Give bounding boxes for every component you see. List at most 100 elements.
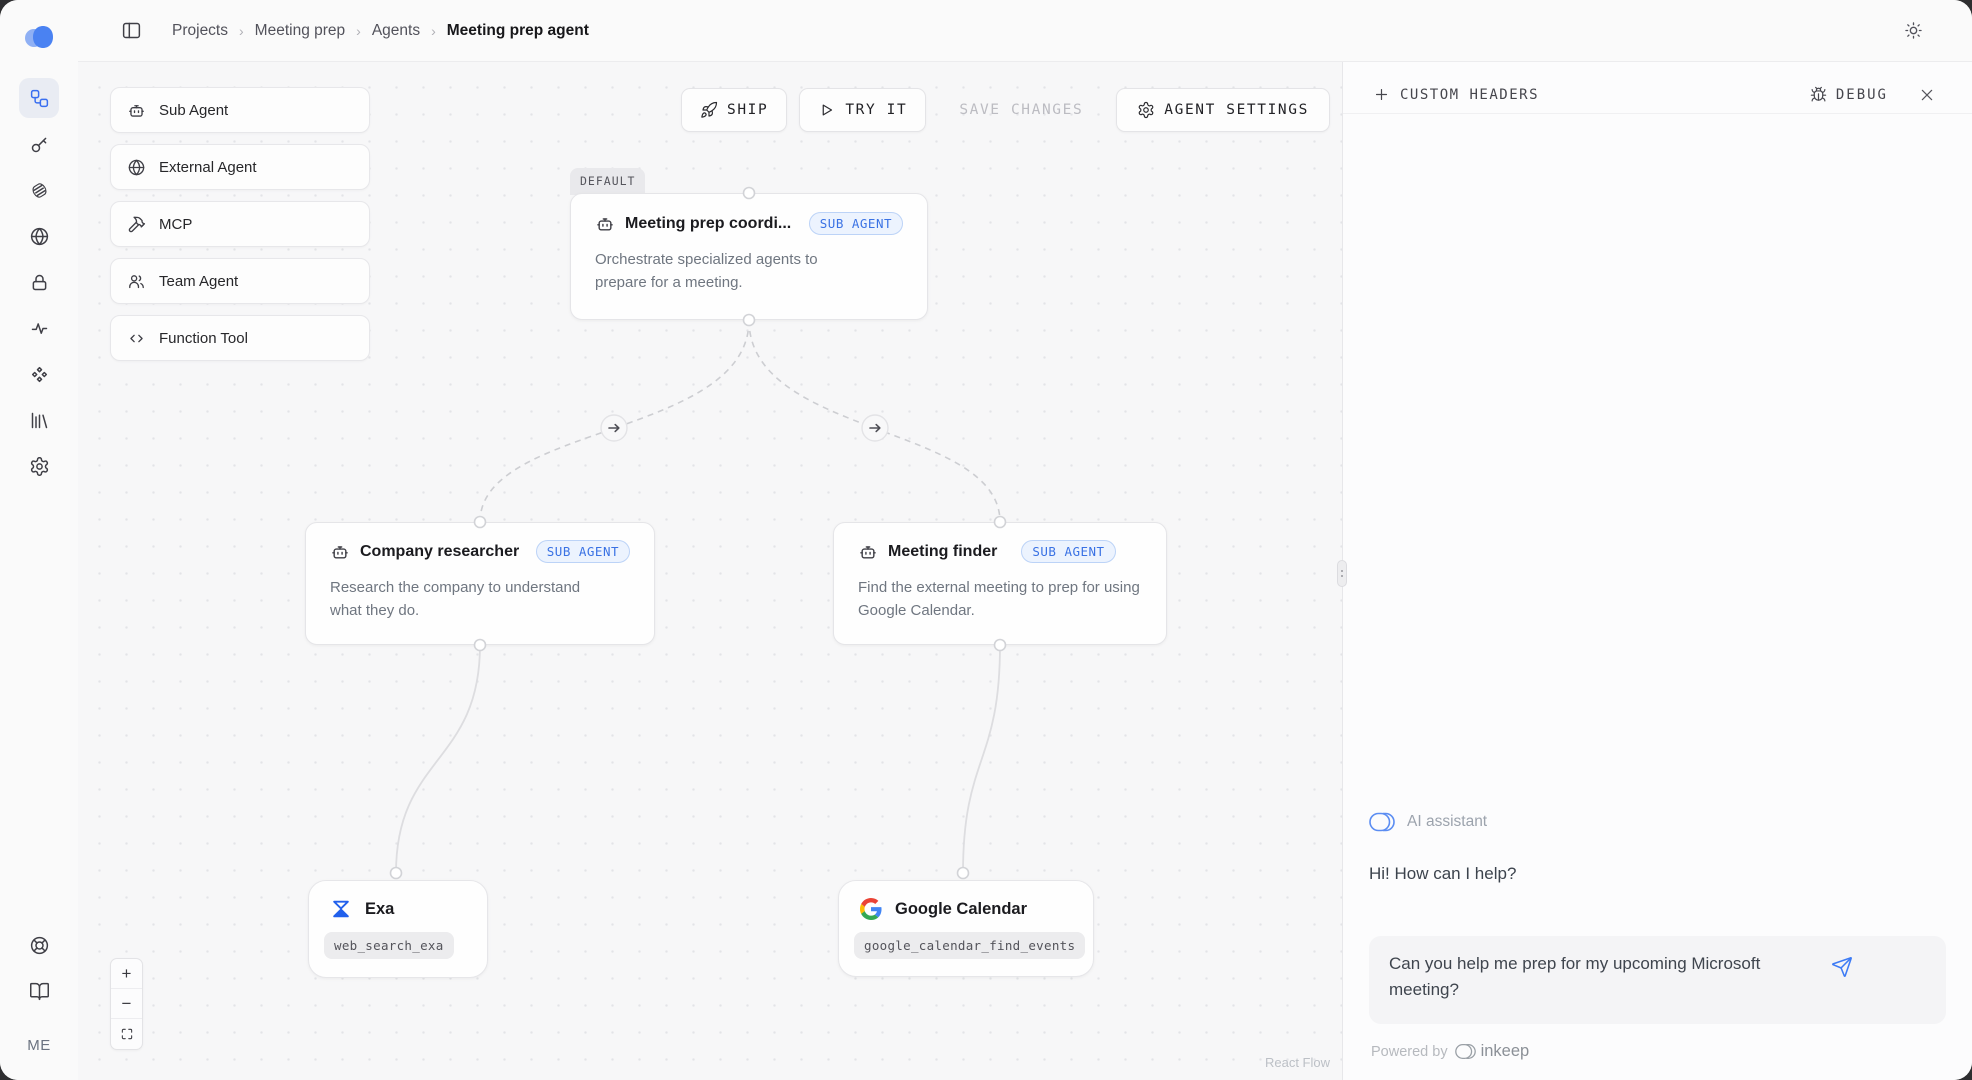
debug-button[interactable]: DEBUG <box>1810 86 1888 103</box>
close-panel-button[interactable] <box>1916 84 1938 106</box>
custom-headers-button[interactable]: CUSTOM HEADERS <box>1373 86 1539 103</box>
node-meeting-finder[interactable]: Meeting finder SUB AGENT Find the extern… <box>833 522 1167 645</box>
breadcrumb-projects[interactable]: Projects <box>172 22 228 40</box>
palette-item-label: External Agent <box>159 159 257 176</box>
powered-by: Powered by inkeep <box>1371 1041 1946 1062</box>
save-changes-label: SAVE CHANGES <box>959 102 1083 118</box>
palette-item-label: Function Tool <box>159 330 248 347</box>
node-description: Find the external meeting to prep for us… <box>858 576 1142 622</box>
agent-settings-button[interactable]: AGENT SETTINGS <box>1116 88 1330 132</box>
chat-input-value[interactable]: Can you help me prep for my upcoming Mic… <box>1389 951 1829 1003</box>
inkeep-logo[interactable] <box>22 22 56 52</box>
zoom-in-button[interactable]: + <box>111 959 142 989</box>
graph-canvas[interactable]: Sub Agent External Agent MCP Team Agent <box>78 62 1342 1080</box>
rail-item-settings[interactable] <box>19 446 59 486</box>
breadcrumb-project[interactable]: Meeting prep <box>255 22 345 40</box>
node-header: Meeting finder SUB AGENT <box>858 540 1142 563</box>
rail-item-credentials[interactable] <box>19 262 59 302</box>
key-icon <box>29 134 50 155</box>
main-column: Projects › Meeting prep › Agents › Meeti… <box>78 0 1972 1080</box>
edge-researcher-exa <box>396 645 480 873</box>
canvas-toolbar: SHIP TRY IT SAVE CHANGES AGENT SETTINGS <box>681 88 1330 132</box>
react-flow-attribution[interactable]: React Flow <box>1265 1055 1330 1070</box>
workflow-icon <box>29 88 50 109</box>
logs-icon <box>29 180 50 201</box>
assistant-name: AI assistant <box>1407 813 1487 831</box>
fit-view-button[interactable] <box>111 1019 142 1049</box>
rail-item-traces[interactable] <box>19 308 59 348</box>
palette-item-function-tool[interactable]: Function Tool <box>110 315 370 361</box>
node-palette: Sub Agent External Agent MCP Team Agent <box>110 87 370 361</box>
tool-title: Google Calendar <box>895 900 1027 919</box>
palette-item-external-agent[interactable]: External Agent <box>110 144 370 190</box>
node-title: Meeting prep coordi... <box>625 215 791 233</box>
palette-item-label: Sub Agent <box>159 102 228 119</box>
palette-item-label: Team Agent <box>159 273 238 290</box>
google-logo <box>860 898 882 920</box>
node-header: Company researcher SUB AGENT <box>330 540 630 563</box>
rail-item-api-keys[interactable] <box>19 124 59 164</box>
ship-button[interactable]: SHIP <box>681 88 787 132</box>
try-it-button[interactable]: TRY IT <box>799 88 926 132</box>
bot-icon <box>858 542 878 562</box>
chat-input[interactable]: Can you help me prep for my upcoming Mic… <box>1369 936 1946 1024</box>
zoom-controls: + − <box>110 958 143 1050</box>
tool-title: Exa <box>365 900 394 919</box>
code-icon <box>127 329 146 348</box>
rail-item-help[interactable] <box>19 925 59 965</box>
rail-item-docs[interactable] <box>19 971 59 1011</box>
globe-icon <box>127 158 146 177</box>
edge-arrow-marker <box>862 415 888 441</box>
sun-icon <box>1904 21 1923 40</box>
default-agent-chip: DEFAULT <box>570 168 645 195</box>
inkeep-brand-link[interactable]: inkeep <box>1481 1042 1530 1061</box>
panel-resize-handle[interactable] <box>1337 560 1347 587</box>
bot-icon <box>595 214 615 234</box>
gear-icon <box>1137 101 1155 119</box>
send-icon <box>1831 956 1853 978</box>
plus-icon <box>1373 86 1390 103</box>
node-description: Orchestrate specialized agents to prepar… <box>595 248 855 294</box>
send-button[interactable] <box>1829 954 1855 980</box>
docs-icon <box>29 981 50 1002</box>
lock-icon <box>29 272 50 293</box>
rail-item-graph[interactable] <box>19 78 59 118</box>
palette-item-sub-agent[interactable]: Sub Agent <box>110 87 370 133</box>
zoom-out-button[interactable]: − <box>111 989 142 1019</box>
components-icon <box>29 364 50 385</box>
breadcrumb-current: Meeting prep agent <box>447 22 589 40</box>
node-meeting-prep-coordinator[interactable]: Meeting prep coordi... SUB AGENT Orchest… <box>570 193 928 320</box>
settings-icon <box>29 456 50 477</box>
hammer-icon <box>127 215 146 234</box>
panel-left-icon <box>121 20 142 41</box>
chat-panel: CUSTOM HEADERS DEBUG <box>1342 62 1972 1080</box>
sidebar-toggle-button[interactable] <box>118 18 144 44</box>
breadcrumb-separator: › <box>356 23 361 39</box>
edge-coordinator-finder <box>749 320 1000 522</box>
breadcrumb-agents[interactable]: Agents <box>372 22 420 40</box>
chat-log: AI assistant Hi! How can I help? Can you… <box>1369 809 1946 1072</box>
inkeep-mark-icon <box>1455 1041 1476 1062</box>
node-google-calendar-tool[interactable]: Google Calendar google_calendar_find_eve… <box>838 880 1094 977</box>
agent-settings-label: AGENT SETTINGS <box>1164 102 1309 118</box>
icon-rail: ME <box>0 0 78 1080</box>
globe-icon <box>29 226 50 247</box>
palette-item-team-agent[interactable]: Team Agent <box>110 258 370 304</box>
activity-icon <box>29 318 50 339</box>
theme-toggle-button[interactable] <box>1900 18 1926 44</box>
rail-item-components[interactable] <box>19 354 59 394</box>
node-exa-tool[interactable]: Exa web_search_exa <box>308 880 488 978</box>
ship-button-label: SHIP <box>727 102 768 118</box>
library-icon <box>29 410 50 431</box>
rail-item-library[interactable] <box>19 400 59 440</box>
save-changes-button[interactable]: SAVE CHANGES <box>938 88 1104 132</box>
rail-item-domains[interactable] <box>19 216 59 256</box>
user-avatar[interactable]: ME <box>25 1033 53 1058</box>
assistant-row: AI assistant <box>1369 809 1946 835</box>
assistant-greeting: Hi! How can I help? <box>1369 864 1946 884</box>
node-header: Meeting prep coordi... SUB AGENT <box>595 212 903 235</box>
node-company-researcher[interactable]: Company researcher SUB AGENT Research th… <box>305 522 655 645</box>
palette-item-mcp[interactable]: MCP <box>110 201 370 247</box>
rail-item-logs[interactable] <box>19 170 59 210</box>
chat-body: AI assistant Hi! How can I help? Can you… <box>1343 114 1972 1080</box>
